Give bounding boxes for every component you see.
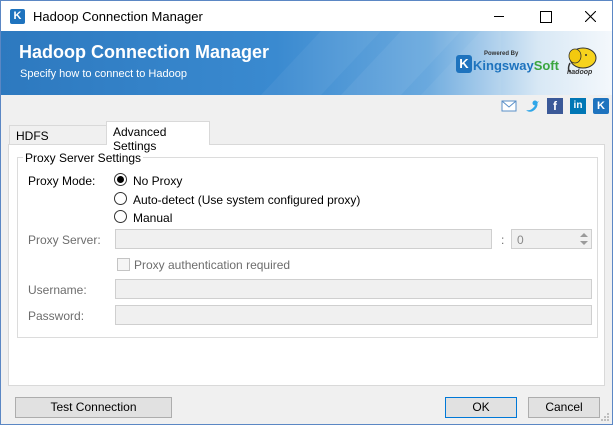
maximize-button[interactable] xyxy=(522,1,568,31)
spin-arrows[interactable] xyxy=(577,230,591,248)
hadoop-logo-text: hadoop xyxy=(567,69,593,76)
facebook-icon[interactable]: f xyxy=(547,98,563,114)
password-label: Password: xyxy=(28,309,85,323)
close-button[interactable] xyxy=(567,1,613,31)
radio-auto-detect-label[interactable]: Auto-detect (Use system configured proxy… xyxy=(133,193,360,207)
kingswaysoft-logo[interactable]: Powered By K KingswaySoft xyxy=(454,51,559,77)
banner-subtitle: Specify how to connect to Hadoop xyxy=(20,68,187,80)
radio-manual[interactable] xyxy=(114,210,127,223)
radio-no-proxy-label[interactable]: No Proxy xyxy=(133,174,182,188)
group-title: Proxy Server Settings xyxy=(23,151,144,165)
proxy-auth-checkbox[interactable] xyxy=(117,258,130,271)
tab-hdfs-connection[interactable]: HDFS Connection xyxy=(9,125,107,157)
proxy-auth-label[interactable]: Proxy authentication required xyxy=(134,258,290,272)
twitter-icon[interactable] xyxy=(524,98,540,114)
radio-auto-detect[interactable] xyxy=(114,192,127,205)
test-connection-button[interactable]: Test Connection xyxy=(15,397,172,418)
proxy-server-input[interactable] xyxy=(115,229,492,249)
proxy-port-value: 0 xyxy=(517,233,524,247)
username-input[interactable] xyxy=(115,279,592,299)
password-input[interactable] xyxy=(115,305,592,325)
kingswaysoft-icon[interactable]: K xyxy=(593,98,609,114)
spin-up-icon[interactable] xyxy=(580,233,588,237)
header-banner: Hadoop Connection Manager Specify how to… xyxy=(1,31,612,95)
title-bar: K Hadoop Connection Manager xyxy=(1,1,612,31)
hadoop-elephant-icon xyxy=(567,47,597,73)
tab-advanced-settings[interactable]: Advanced Settings xyxy=(106,121,210,153)
proxy-port-stepper[interactable]: 0 xyxy=(511,229,592,249)
proxy-server-label: Proxy Server: xyxy=(28,233,101,247)
logo-powered-by: Powered By xyxy=(484,51,519,57)
spin-down-icon[interactable] xyxy=(580,241,588,245)
linkedin-icon[interactable]: in xyxy=(570,98,586,114)
connection-manager-window: K Hadoop Connection Manager Hadoop Conne… xyxy=(0,0,613,425)
radio-manual-label[interactable]: Manual xyxy=(133,211,172,225)
logo-k-icon: K xyxy=(456,55,472,73)
close-icon xyxy=(585,11,596,22)
mail-icon[interactable] xyxy=(501,98,517,114)
username-label: Username: xyxy=(28,283,87,297)
port-separator: : xyxy=(501,233,505,247)
radio-no-proxy[interactable] xyxy=(114,173,127,186)
window-title: Hadoop Connection Manager xyxy=(33,9,203,24)
minimize-button[interactable] xyxy=(476,1,522,31)
kingswaysoft-app-icon: K xyxy=(10,9,25,24)
cancel-button[interactable]: Cancel xyxy=(528,397,600,418)
banner-title: Hadoop Connection Manager xyxy=(19,42,270,62)
resize-grip-icon[interactable] xyxy=(600,412,610,422)
logo-wordmark: KingswaySoft xyxy=(473,58,559,73)
ok-button[interactable]: OK xyxy=(445,397,517,418)
proxy-mode-label: Proxy Mode: xyxy=(28,174,96,188)
